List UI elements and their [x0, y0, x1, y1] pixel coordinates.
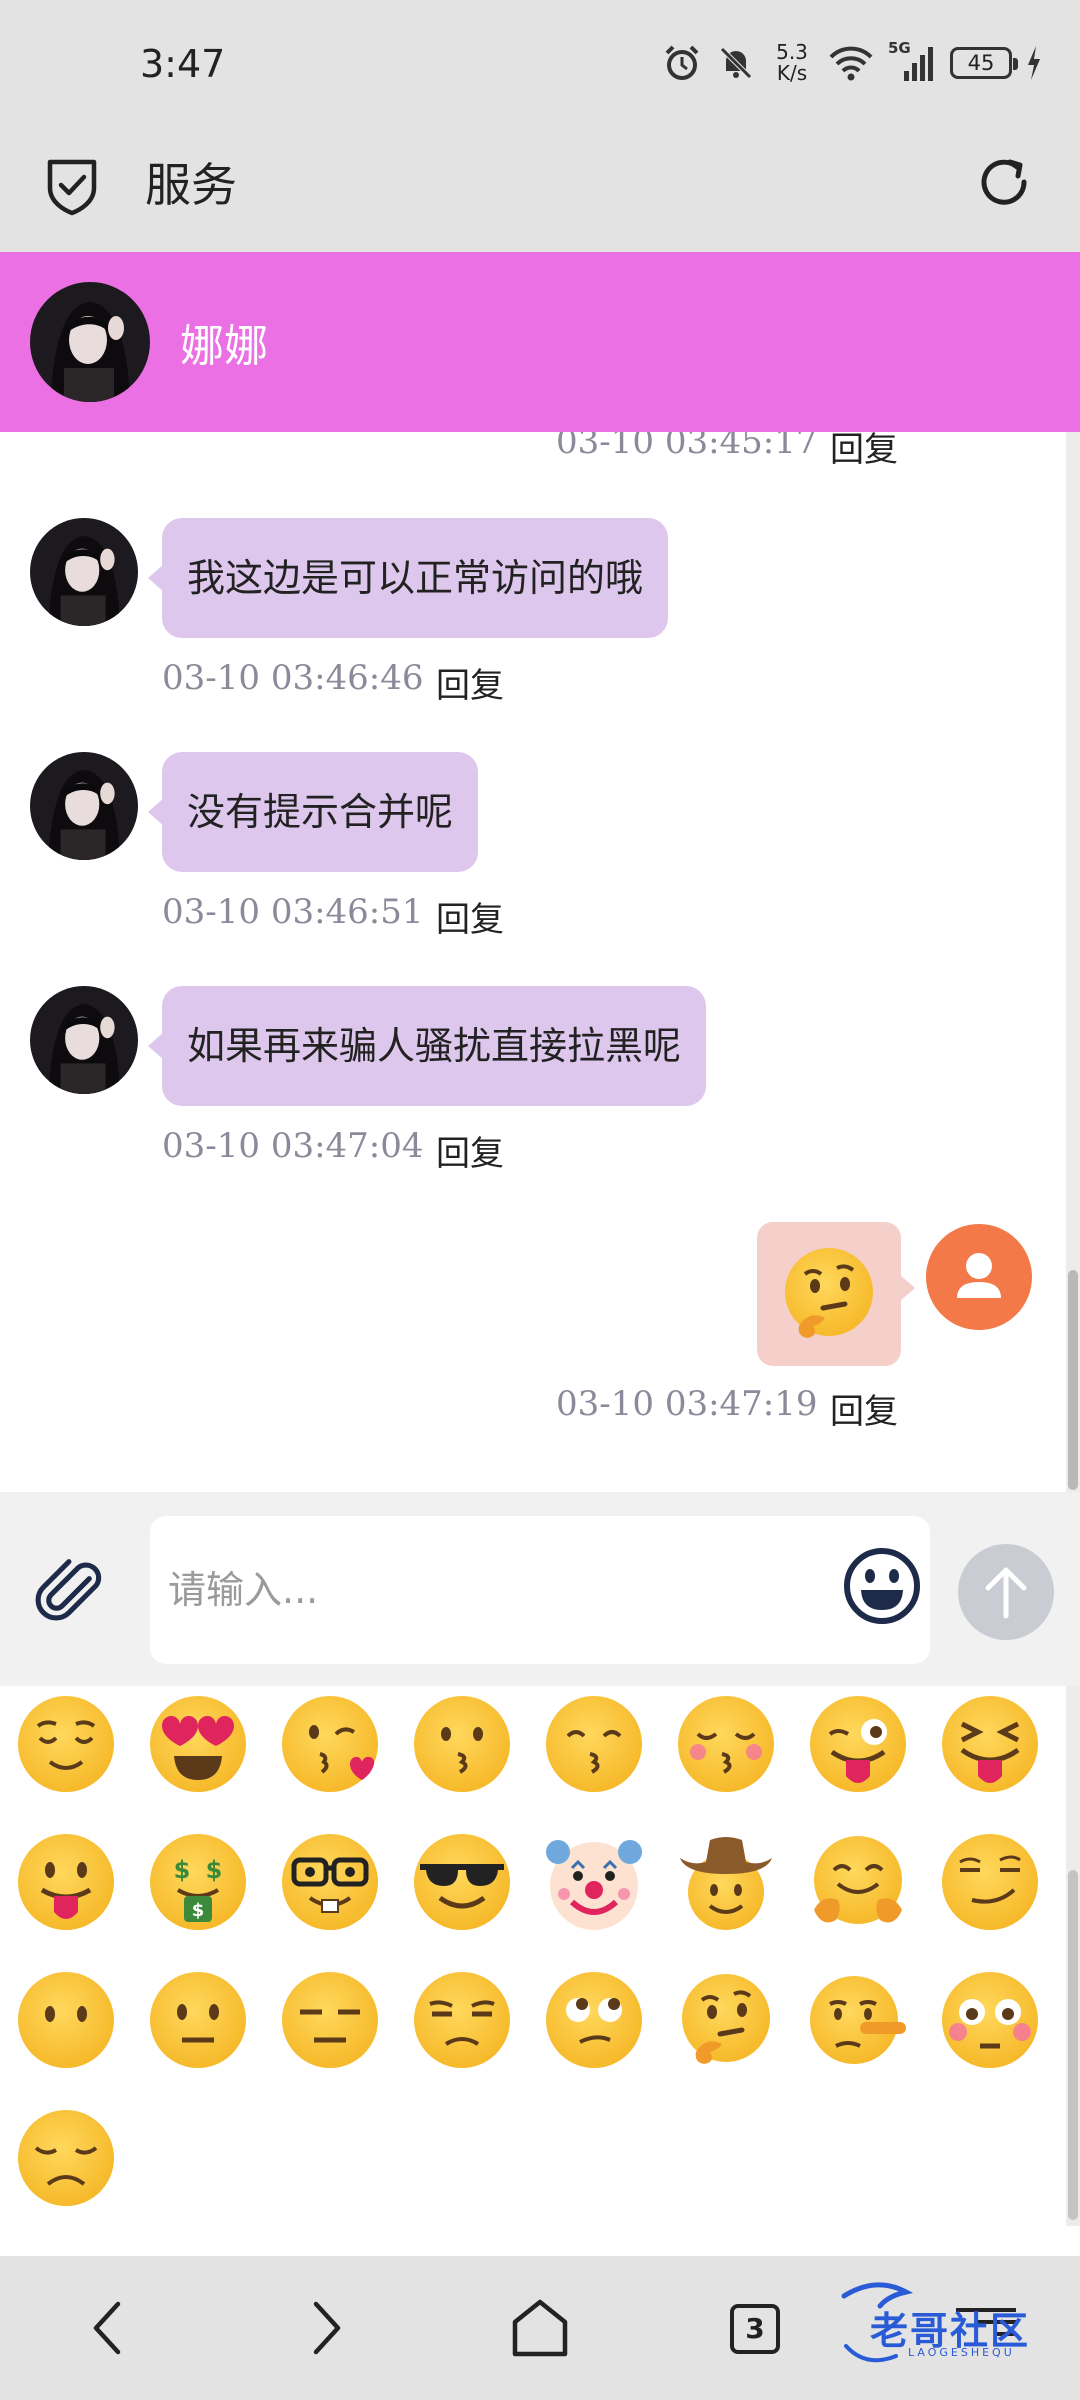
cell-signal-icon: 5G [888, 39, 936, 83]
message-bubble[interactable]: 我这边是可以正常访问的哦 [147, 518, 669, 638]
user-icon [957, 1253, 1001, 1298]
disappointed-face-icon[interactable] [16, 2108, 116, 2208]
message-bubble[interactable]: 如果再来骗人骚扰直接拉黑呢 [147, 986, 707, 1106]
network-speed-value: 5.3 [776, 40, 808, 64]
kissing-heart-face-icon[interactable] [280, 1694, 380, 1794]
shield-check-icon[interactable] [44, 154, 100, 216]
hugging-face-icon[interactable] [808, 1832, 908, 1932]
thinking-face-icon [785, 1248, 873, 1338]
message-bubble-emoji[interactable] [757, 1222, 915, 1366]
message-timestamp: 03-10 03:46:51 [162, 892, 424, 932]
unamused-face-icon[interactable] [412, 1970, 512, 2070]
mute-bell-icon [720, 47, 752, 79]
kissing-closed-eyes-face-icon[interactable] [676, 1694, 776, 1794]
eye-roll-face-icon[interactable] [544, 1970, 644, 2070]
emoji-panel-scrollbar-thumb[interactable] [1068, 1870, 1078, 2220]
expressionless-face-icon[interactable] [280, 1970, 380, 2070]
refresh-icon[interactable] [974, 152, 1034, 212]
back-icon[interactable] [78, 2292, 138, 2364]
flushed-face-icon[interactable] [940, 1970, 1040, 2070]
charging-icon [1028, 46, 1040, 80]
composer [0, 1492, 1080, 1686]
nerd-face-icon[interactable] [280, 1832, 380, 1932]
sunglasses-face-icon[interactable] [412, 1832, 512, 1932]
clown-face-icon[interactable] [544, 1832, 644, 1932]
thinking-face-icon[interactable] [676, 1970, 776, 2070]
winking-tongue-face-icon[interactable] [808, 1694, 908, 1794]
message-timestamp: 03-10 03:47:04 [162, 1126, 424, 1166]
reply-button[interactable]: 回复 [436, 658, 504, 707]
kissing-smiling-eyes-face-icon[interactable] [544, 1694, 644, 1794]
arrow-up-icon [985, 1567, 1027, 1619]
wifi-icon [829, 46, 873, 81]
message-timestamp: 03-10 03:45:17 [556, 432, 818, 462]
svg-text:$: $ [192, 1900, 205, 1921]
watermark-logo: 老哥社区 LAOGESHEQU [836, 2276, 1064, 2372]
heart-eyes-face-icon[interactable] [148, 1694, 248, 1794]
neutral-face-icon[interactable] [148, 1970, 248, 2070]
no-mouth-face-icon[interactable] [16, 1970, 116, 2070]
smirking-face-icon[interactable] [940, 1832, 1040, 1932]
relieved-face-icon[interactable] [16, 1694, 116, 1794]
contact-avatar[interactable] [30, 282, 150, 402]
send-button[interactable] [958, 1544, 1054, 1640]
watermark-subtext: LAOGESHEQU [908, 2346, 1015, 2359]
message-timestamp: 03-10 03:46:46 [162, 658, 424, 698]
alarm-icon [665, 45, 699, 80]
message-scrollbar-thumb[interactable] [1068, 1270, 1078, 1490]
svg-text:$: $ [174, 1856, 191, 1884]
contact-avatar[interactable] [30, 752, 138, 860]
message-list[interactable]: 03-10 03:45:17 回复 我这边是可以正常访问的哦 03-10 03:… [0, 432, 1080, 1492]
kissing-face-icon[interactable] [412, 1694, 512, 1794]
chat-header: 娜娜 [0, 252, 1080, 432]
browser-toolbar: 服务 [0, 130, 1080, 252]
home-icon[interactable] [505, 2292, 575, 2364]
status-time: 3:47 [140, 42, 226, 86]
contact-avatar[interactable] [30, 518, 138, 626]
emoji-panel: $ $ $ [0, 1686, 1080, 2226]
contact-avatar[interactable] [30, 986, 138, 1094]
message-timestamp: 03-10 03:47:19 [556, 1384, 818, 1424]
money-mouth-face-icon[interactable]: $ $ $ [148, 1832, 248, 1932]
navigation-bar: 3 老哥社区 LAOGESHEQU [0, 2256, 1080, 2400]
network-speed: 5.3 K/s [770, 42, 814, 84]
forward-icon[interactable] [296, 2292, 356, 2364]
status-icons: 5.3 K/s 5G 45 [662, 38, 1042, 88]
contact-name: 娜娜 [180, 321, 268, 372]
page-title: 服务 [145, 158, 237, 212]
paperclip-icon[interactable] [34, 1554, 114, 1634]
status-bar: 3:47 5.3 K/s 5G 45 [0, 0, 1080, 130]
emoji-picker-icon[interactable] [842, 1546, 922, 1626]
svg-text:$: $ [206, 1856, 223, 1884]
reply-button[interactable]: 回复 [830, 432, 898, 471]
tongue-face-icon[interactable] [16, 1832, 116, 1932]
self-avatar[interactable] [926, 1224, 1032, 1330]
reply-button[interactable]: 回复 [830, 1384, 898, 1433]
lying-face-icon[interactable] [808, 1970, 908, 2070]
network-speed-unit: K/s [776, 61, 808, 85]
battery-indicator: 45 [950, 47, 1018, 79]
squinting-tongue-face-icon[interactable] [940, 1694, 1040, 1794]
cowboy-face-icon[interactable] [676, 1832, 776, 1932]
message-bubble[interactable]: 没有提示合并呢 [147, 752, 479, 872]
reply-button[interactable]: 回复 [436, 1126, 504, 1175]
message-input[interactable] [150, 1516, 930, 1664]
tabs-button[interactable]: 3 [730, 2304, 780, 2354]
reply-button[interactable]: 回复 [436, 892, 504, 941]
